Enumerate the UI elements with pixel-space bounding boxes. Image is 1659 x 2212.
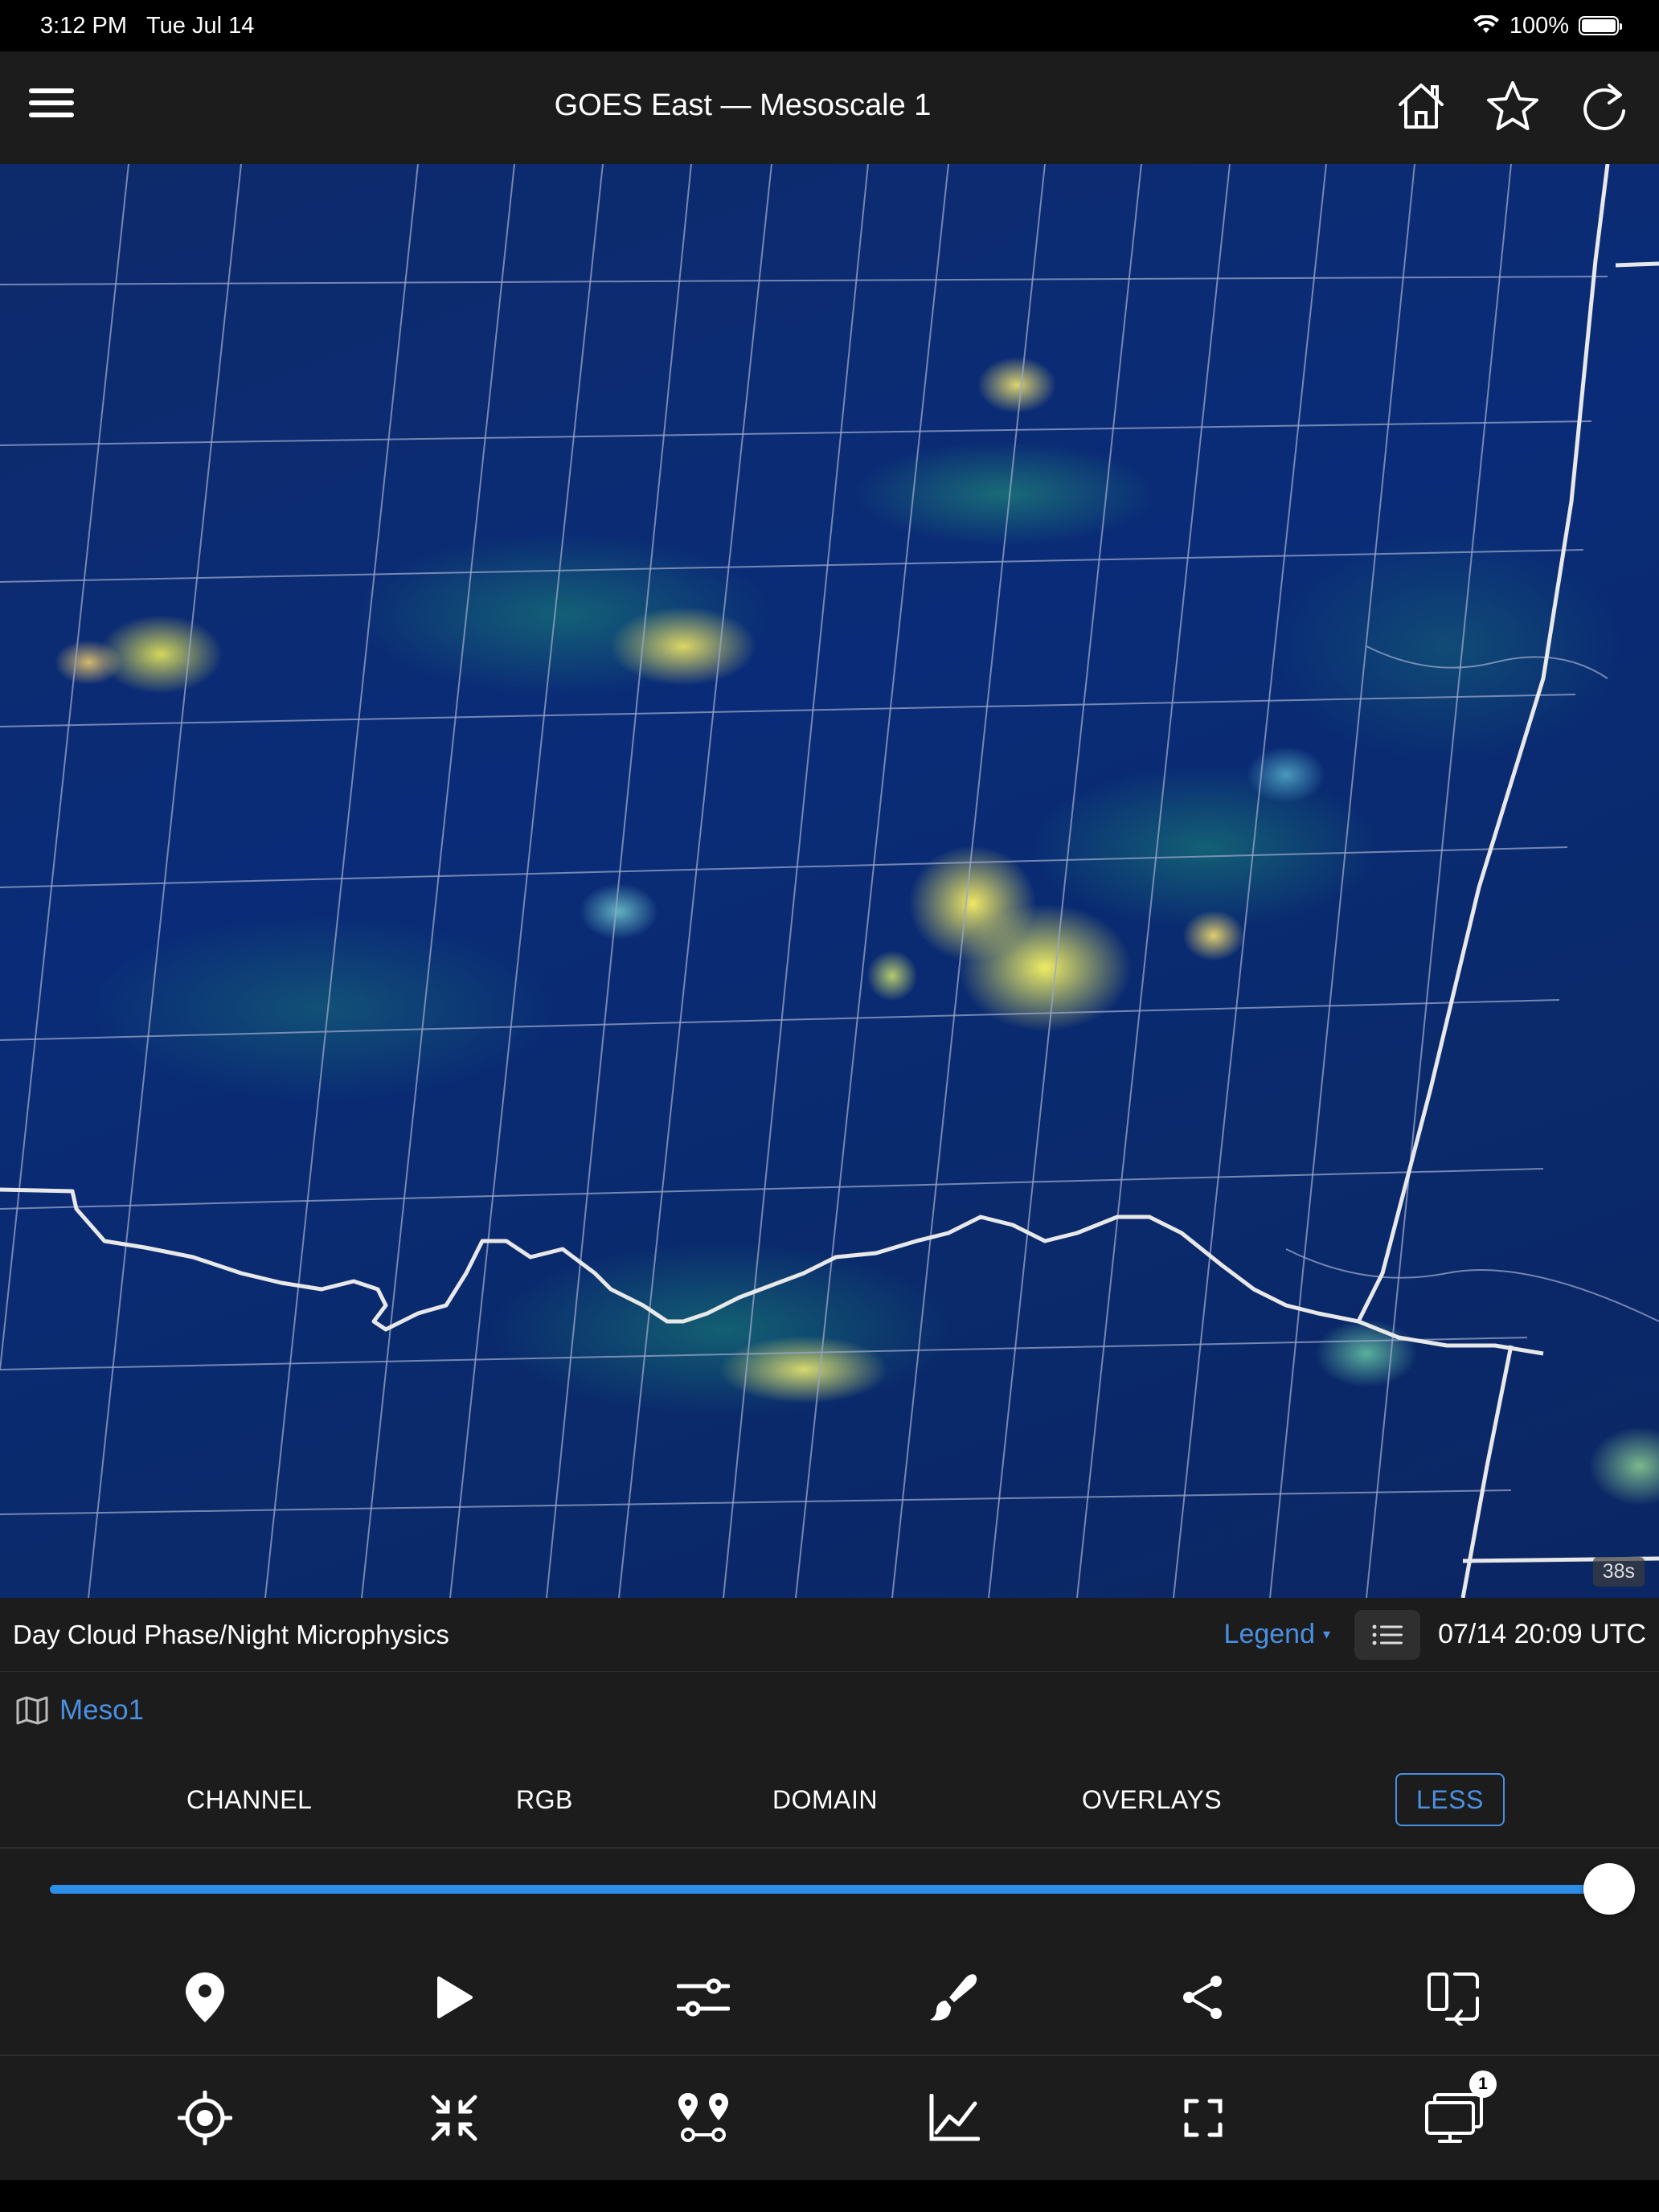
toolbar-primary	[0, 1937, 1659, 2056]
refresh-icon	[1583, 84, 1625, 130]
battery-icon	[1579, 16, 1622, 35]
fullscreen-button[interactable]	[1167, 2082, 1239, 2154]
collapse-icon	[431, 2095, 477, 2141]
tab-overlays[interactable]: OVERLAYS	[1082, 1773, 1222, 1826]
settings-button[interactable]	[667, 1961, 739, 2034]
loop-duration-badge: 38s	[1592, 1557, 1645, 1587]
battery-percent: 100%	[1509, 12, 1569, 39]
tab-rgb[interactable]: RGB	[516, 1773, 573, 1826]
draw-button[interactable]	[918, 1961, 990, 2034]
home-indicator	[0, 2180, 1659, 2212]
my-location-button[interactable]	[169, 2082, 241, 2154]
status-date: Tue Jul 14	[146, 12, 255, 39]
frame-slider[interactable]	[50, 1885, 1609, 1894]
tab-less[interactable]: LESS	[1395, 1773, 1505, 1826]
line-chart-icon	[929, 2094, 980, 2141]
tab-channel[interactable]: CHANNEL	[186, 1773, 312, 1826]
share-icon	[1183, 1976, 1222, 2019]
slider-thumb[interactable]	[1583, 1863, 1635, 1915]
notification-badge: 1	[1469, 2071, 1497, 2098]
toolbar-secondary: 1	[0, 2056, 1659, 2180]
monitor-icon	[1425, 2093, 1483, 2143]
display-button[interactable]: 1	[1418, 2071, 1497, 2154]
caret-down-icon: ▾	[1323, 1626, 1331, 1642]
county-boundaries-overlay	[0, 164, 1659, 1598]
domain-label[interactable]: Meso1	[59, 1694, 144, 1727]
play-icon	[437, 1976, 473, 2018]
animation-slider-row	[0, 1849, 1659, 1937]
sliders-icon	[677, 1978, 730, 2017]
status-bar: 3:12 PM Tue Jul 14 100%	[0, 0, 1659, 51]
product-name: Day Cloud Phase/Night Microphysics	[13, 1619, 449, 1649]
slider-fill	[50, 1885, 1609, 1894]
brush-icon	[930, 1974, 977, 2021]
control-tabs: CHANNEL RGB DOMAIN OVERLAYS LESS	[0, 1749, 1659, 1849]
image-timestamp: 07/14 20:09 UTC	[1438, 1619, 1646, 1649]
map-icon	[16, 1696, 48, 1725]
location-pin-icon	[186, 1972, 224, 2022]
chart-button[interactable]	[918, 2082, 990, 2154]
share-button[interactable]	[1167, 1961, 1239, 2034]
nav-bar: GOES East — Mesoscale 1	[0, 51, 1659, 164]
domain-row[interactable]: Meso1	[0, 1672, 1659, 1749]
legend-button[interactable]: Legend ▾	[1224, 1619, 1331, 1650]
star-icon	[1487, 81, 1538, 130]
favorite-button[interactable]	[1482, 76, 1543, 137]
fullscreen-icon	[1184, 2099, 1223, 2137]
home-icon	[1399, 84, 1444, 129]
route-button[interactable]	[667, 2082, 739, 2154]
home-button[interactable]	[1391, 76, 1452, 137]
page-title: GOES East — Mesoscale 1	[554, 88, 932, 122]
location-button[interactable]	[169, 1961, 241, 2034]
satellite-image-map[interactable]: 38s	[0, 164, 1659, 1598]
play-button[interactable]	[418, 1961, 490, 2034]
refresh-button[interactable]	[1574, 76, 1635, 137]
status-time: 3:12 PM	[40, 12, 127, 39]
wifi-icon	[1473, 15, 1499, 33]
route-icon	[678, 2093, 728, 2142]
list-icon	[1372, 1624, 1403, 1645]
tab-domain[interactable]: DOMAIN	[772, 1773, 878, 1826]
crosshair-icon	[178, 2091, 232, 2145]
legend-label: Legend	[1223, 1619, 1316, 1649]
collapse-button[interactable]	[418, 2082, 490, 2154]
info-bar: Day Cloud Phase/Night Microphysics Legen…	[0, 1598, 1659, 1672]
layer-list-button[interactable]	[1354, 1609, 1421, 1660]
rotate-button[interactable]	[1418, 1961, 1490, 2034]
rotate-device-icon	[1428, 1972, 1479, 2026]
